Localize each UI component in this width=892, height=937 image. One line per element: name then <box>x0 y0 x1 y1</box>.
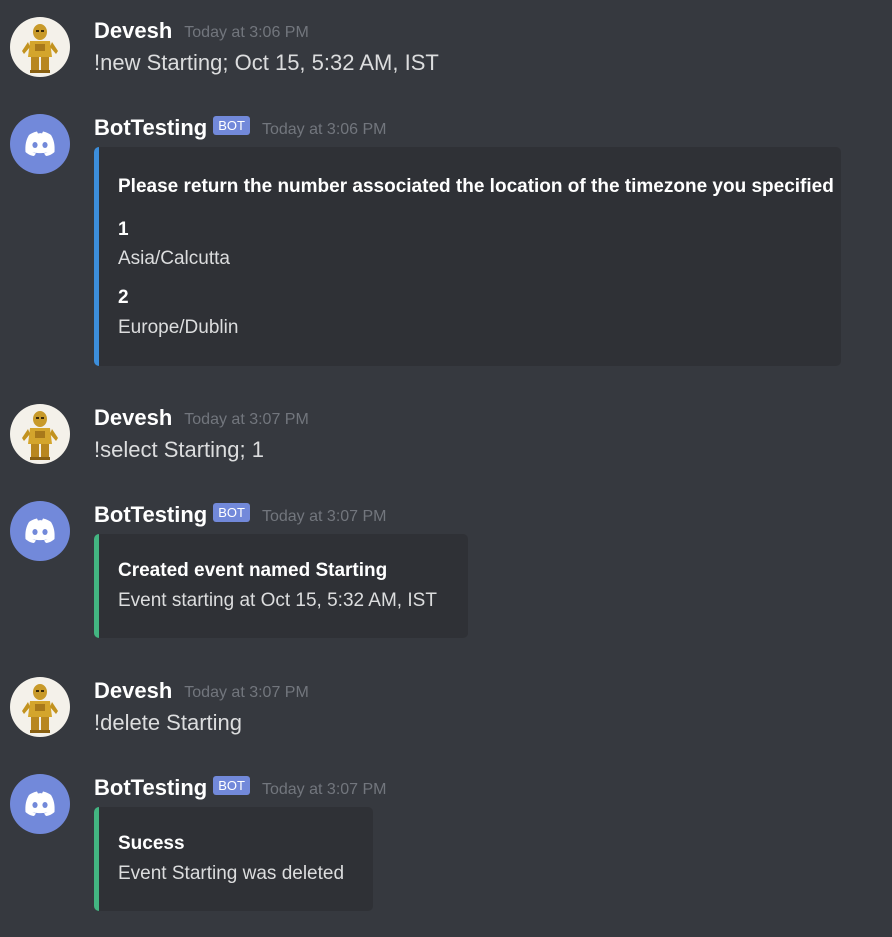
username[interactable]: BotTesting <box>94 502 207 528</box>
embed-field-name: 1 <box>118 219 129 240</box>
timestamp: Today at 3:07 PM <box>184 411 309 428</box>
embed-title: Sucess <box>118 833 185 854</box>
discord-logo-avatar-icon[interactable] <box>10 774 70 834</box>
embed-description: Event Starting was deleted <box>118 863 345 884</box>
message-header: BotTesting BOT Today at 3:07 PM <box>94 773 387 803</box>
embed-title: Created event named Starting <box>118 560 388 581</box>
discord-logo-avatar-icon[interactable] <box>10 114 70 174</box>
message-header: Devesh Today at 3:07 PM <box>94 676 309 706</box>
timestamp: Today at 3:07 PM <box>261 781 387 798</box>
lego-c3po-avatar-icon[interactable] <box>10 17 70 77</box>
timestamp: Today at 3:07 PM <box>184 684 309 701</box>
bot-tag: BOT <box>213 115 250 135</box>
username[interactable]: Devesh <box>94 405 172 431</box>
timestamp: Today at 3:06 PM <box>261 121 387 138</box>
embed-field-value: Asia/Calcutta <box>118 248 230 269</box>
embed-title: Please return the number associated the … <box>118 176 834 197</box>
message-text: !delete Starting <box>94 710 242 735</box>
username[interactable]: BotTesting <box>94 115 207 141</box>
bot-tag: BOT <box>213 502 250 522</box>
message-header: BotTesting BOT Today at 3:07 PM <box>94 500 387 530</box>
embed-field-name: 2 <box>118 287 129 308</box>
embed: Please return the number associated the … <box>94 147 841 366</box>
discord-logo-avatar-icon[interactable] <box>10 501 70 561</box>
bot-tag: BOT <box>213 775 250 795</box>
message-header: Devesh Today at 3:07 PM <box>94 403 309 433</box>
message-header: BotTesting BOT Today at 3:06 PM <box>94 113 387 143</box>
embed: Sucess Event Starting was deleted <box>94 807 373 911</box>
message-text: !new Starting; Oct 15, 5:32 AM, IST <box>94 50 439 75</box>
username[interactable]: BotTesting <box>94 775 207 801</box>
timestamp: Today at 3:07 PM <box>261 508 387 525</box>
username[interactable]: Devesh <box>94 678 172 704</box>
lego-c3po-avatar-icon[interactable] <box>10 677 70 737</box>
username[interactable]: Devesh <box>94 18 172 44</box>
message-text: !select Starting; 1 <box>94 437 264 462</box>
embed: Created event named Starting Event start… <box>94 534 468 638</box>
timestamp: Today at 3:06 PM <box>184 24 309 41</box>
lego-c3po-avatar-icon[interactable] <box>10 404 70 464</box>
embed-description: Event starting at Oct 15, 5:32 AM, IST <box>118 590 437 611</box>
embed-field-value: Europe/Dublin <box>118 317 239 338</box>
message-header: Devesh Today at 3:06 PM <box>94 16 309 46</box>
